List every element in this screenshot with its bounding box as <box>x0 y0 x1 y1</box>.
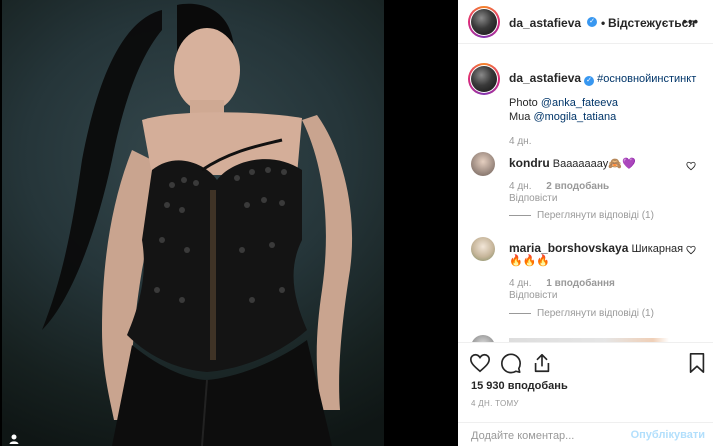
comment-like-heart-icon[interactable] <box>686 245 696 255</box>
post-side-panel: da_astafieva ✓ • Відстежується ••• da_as… <box>458 0 713 446</box>
comment-likes[interactable]: 2 вподобань <box>546 181 609 192</box>
comment-like-heart-icon[interactable] <box>686 161 696 171</box>
caption-mua-line: Mua @mogila_tatiana <box>509 111 616 123</box>
comment-reply-button[interactable]: Відповісти <box>509 290 557 301</box>
comment-time[interactable]: 4 дн. <box>509 278 531 289</box>
comment-avatar-partial[interactable] <box>471 335 495 342</box>
comment-meta: 4 дн. 1 вподобання <box>509 278 615 289</box>
comment-text: Вааааааау🙈💜 <box>552 158 636 170</box>
comment-text-continued: 🔥🔥🔥 <box>509 255 551 267</box>
user-tag-icon[interactable] <box>8 433 20 445</box>
post-header: da_astafieva ✓ • Відстежується ••• <box>458 0 713 44</box>
post-photo[interactable] <box>2 0 384 446</box>
caption-mua-label: Mua <box>509 111 531 123</box>
reply-divider <box>509 312 531 314</box>
caption-photo-line: Photo @anka_fateeva <box>509 97 618 109</box>
verified-badge-icon: ✓ <box>584 76 595 86</box>
caption-photo-credit[interactable]: @anka_fateeva <box>541 97 618 109</box>
comment-text: Шикарная <box>631 243 684 255</box>
likes-count[interactable]: 15 930 вподобань <box>471 380 568 392</box>
comment-username[interactable]: kondru <box>509 156 550 170</box>
caption-hashtag[interactable]: #основнойинстинкт <box>597 73 696 85</box>
view-replies-button[interactable]: Переглянути відповіді (1) <box>509 210 654 221</box>
comment-avatar[interactable] <box>471 152 495 176</box>
add-comment-bar: Опублікувати <box>458 422 713 446</box>
comment-username[interactable]: maria_borshovskaya <box>509 241 628 255</box>
view-replies-button[interactable]: Переглянути відповіді (1) <box>509 308 654 319</box>
post-actions: 15 930 вподобань 4 ДН. ТОМУ <box>458 342 713 422</box>
follow-separator: • <box>601 16 606 30</box>
photo-illustration <box>42 3 353 446</box>
comment-text-line: kondru Вааааааау🙈💜 <box>509 156 636 170</box>
caption-author-username[interactable]: da_astafieva <box>509 71 581 85</box>
author-avatar[interactable] <box>468 6 500 38</box>
share-icon[interactable] <box>531 352 553 374</box>
caption-first-line: da_astafieva ✓ #основнойинстинкт <box>509 71 696 86</box>
comment-text-line: maria_borshovskaya Шикарная <box>509 241 683 255</box>
view-replies-label: Переглянути відповіді (1) <box>537 308 654 319</box>
comments-list[interactable]: da_astafieva ✓ #основнойинстинкт Photo @… <box>458 44 713 342</box>
publish-button[interactable]: Опублікувати <box>631 429 705 441</box>
reply-divider <box>509 214 531 216</box>
comment-likes[interactable]: 1 вподобання <box>546 278 615 289</box>
comment-avatar[interactable] <box>471 237 495 261</box>
verified-badge-icon: ✓ <box>587 17 597 27</box>
comment-input[interactable] <box>471 428 631 444</box>
caption-mua-credit[interactable]: @mogila_tatiana <box>533 111 616 123</box>
caption-photo-label: Photo <box>509 97 538 109</box>
comment-reply-button[interactable]: Відповісти <box>509 193 557 204</box>
caption-time[interactable]: 4 дн. <box>509 136 531 147</box>
caption-author-avatar[interactable] <box>468 63 500 95</box>
more-options-icon[interactable]: ••• <box>682 14 699 29</box>
comment-time[interactable]: 4 дн. <box>509 181 531 192</box>
heart-icon[interactable] <box>469 352 491 374</box>
posted-time[interactable]: 4 ДН. ТОМУ <box>471 399 519 408</box>
view-replies-label: Переглянути відповіді (1) <box>537 210 654 221</box>
bookmark-icon[interactable] <box>686 352 708 374</box>
photo-pane <box>0 0 458 446</box>
comment-meta: 4 дн. 2 вподобань <box>509 181 609 192</box>
comment-bubble-icon[interactable] <box>500 352 522 374</box>
author-username[interactable]: da_astafieva <box>509 16 581 30</box>
